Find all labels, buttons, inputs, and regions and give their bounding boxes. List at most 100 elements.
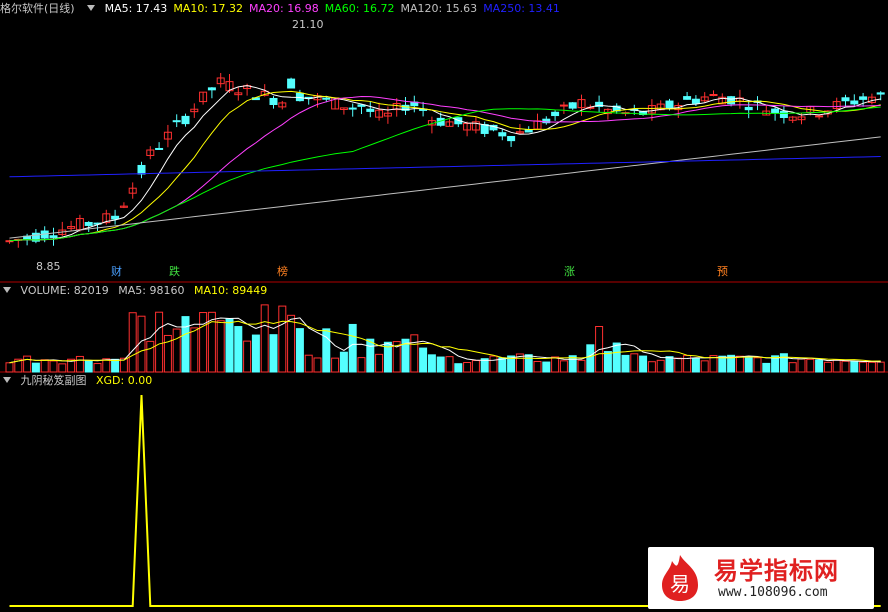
volume-bar: [304, 354, 313, 373]
volume-bar: [295, 328, 304, 373]
volume-bar: [867, 361, 876, 373]
volume-ma5-line: [9, 317, 881, 364]
candle-body: [207, 87, 216, 91]
candle-body: [172, 120, 181, 123]
candle-body: [815, 115, 824, 118]
volume-bar: [49, 360, 58, 373]
candle-body: [49, 235, 58, 238]
volume-bar: [823, 361, 832, 373]
stock-title: 格尔软件(日线): [0, 2, 75, 15]
candle-body: [507, 135, 516, 142]
event-marker-1[interactable]: 跌: [168, 265, 181, 279]
volume-bar: [172, 328, 181, 373]
volume-bar: [251, 334, 260, 373]
volume-bar: [243, 340, 252, 373]
volume-bar: [603, 351, 612, 373]
main-legend: 格尔软件(日线) MA5: 17.43 MA10: 17.32 MA20: 16.9…: [0, 1, 572, 17]
volume-bar: [744, 356, 753, 373]
candle-body: [366, 108, 375, 112]
watermark-logo-char: 易: [670, 572, 690, 596]
ma-label-2: MA20: 16.98: [249, 2, 319, 15]
collapse-triangle-icon[interactable]: [3, 287, 11, 293]
candle-body: [84, 222, 93, 226]
event-marker-0[interactable]: 财: [110, 265, 123, 279]
ma-label-4: MA120: 15.63: [400, 2, 478, 15]
volume-bar: [559, 360, 568, 373]
volume-bar: [436, 356, 445, 373]
volume-bar: [630, 353, 639, 373]
watermark: 易 易学指标网 www.108096.com: [648, 547, 874, 609]
volume-bar: [815, 359, 824, 373]
volume-bar: [797, 358, 806, 373]
volume-bar: [454, 363, 463, 373]
volume-bar: [75, 355, 84, 373]
volume-bar: [287, 314, 296, 373]
event-marker-3[interactable]: 涨: [563, 265, 576, 279]
volume-bar: [366, 338, 375, 373]
volume-bar: [533, 361, 542, 373]
volume-bar: [498, 357, 507, 373]
volume-bar: [375, 353, 384, 373]
low-price-label: 8.85: [36, 260, 61, 273]
volume-bar: [40, 359, 49, 373]
candle-body: [551, 111, 560, 117]
volume-bar: [216, 320, 225, 373]
volume-bar: [339, 351, 348, 373]
candle-body: [744, 106, 753, 111]
indicator-legend: 九阴秘笈副图 XGD: 0.00: [0, 373, 158, 389]
ma-label-0: MA5: 17.43: [104, 2, 168, 15]
volume-ma5: MA5: 98160: [118, 284, 185, 297]
candle-body: [665, 100, 674, 109]
volume-bar: [199, 312, 208, 373]
candle-body: [181, 115, 190, 125]
candle-body: [348, 107, 357, 110]
volume-bar: [146, 340, 155, 373]
volume-bar: [735, 355, 744, 373]
volume-bar: [190, 327, 199, 373]
volume-bar: [225, 318, 234, 373]
collapse-triangle-icon[interactable]: [87, 5, 96, 11]
indicator-value: XGD: 0.00: [96, 374, 153, 387]
volume-bar: [31, 362, 40, 373]
watermark-title: 易学指标网: [714, 557, 839, 585]
candle-body: [498, 132, 507, 137]
candle-body: [841, 97, 850, 102]
volume-bar: [753, 357, 762, 373]
volume-bar: [718, 355, 727, 373]
candle-body: [771, 108, 780, 114]
volume-bar: [841, 360, 850, 373]
ma-label-3: MA60: 16.72: [324, 2, 395, 15]
ma-labels: MA5: 17.43 MA10: 17.32 MA20: 16.98 MA60: 16…: [105, 2, 566, 15]
chart-canvas: [0, 72, 888, 607]
volume-bar: [691, 357, 700, 373]
volume-bar: [58, 363, 67, 373]
collapse-triangle-icon[interactable]: [3, 377, 11, 383]
volume-bar: [410, 334, 419, 373]
volume-bar: [656, 359, 665, 373]
candle-body: [779, 110, 788, 119]
candle-body: [850, 100, 859, 105]
ma120-line: [9, 136, 881, 239]
volume-bar: [700, 360, 709, 373]
candle-body: [568, 102, 577, 109]
volume-bar: [128, 312, 137, 373]
volume-bar: [93, 363, 102, 373]
volume-bar: [278, 305, 287, 373]
event-marker-2[interactable]: 榜: [276, 265, 289, 279]
volume-ma10: MA10: 89449: [193, 284, 268, 297]
volume-bar: [181, 316, 190, 373]
volume-bar: [665, 356, 674, 373]
candle-body: [691, 98, 700, 104]
volume-bar: [269, 334, 278, 373]
volume-bar: [551, 356, 560, 373]
candle-body: [287, 78, 296, 89]
high-price-label: 21.10: [292, 18, 324, 31]
volume-bar: [331, 357, 340, 373]
indicator-title: 九阴秘笈副图: [20, 374, 87, 387]
volume-bar: [612, 342, 621, 373]
volume-bar: [832, 359, 841, 373]
candle-body: [876, 92, 885, 95]
event-marker-4[interactable]: 预: [716, 265, 729, 279]
volume-bar: [876, 361, 885, 373]
watermark-url: www.108096.com: [718, 585, 828, 600]
